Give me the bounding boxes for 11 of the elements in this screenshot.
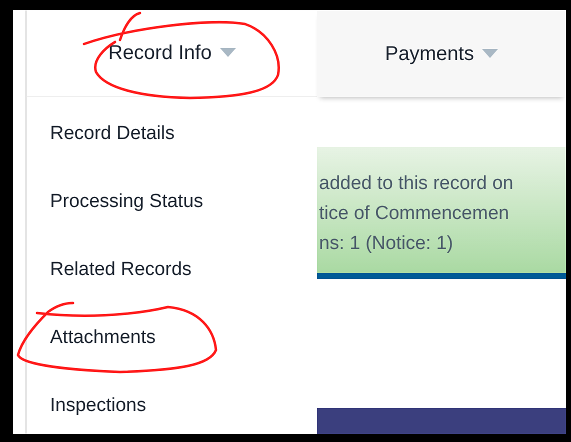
caret-icon bbox=[220, 48, 236, 58]
caret-icon bbox=[482, 48, 498, 58]
tab[interactable]: Payments bbox=[317, 10, 566, 97]
menu-item[interactable]: Record Details bbox=[27, 99, 181, 167]
alert-text: tice of Commencemen bbox=[319, 202, 510, 226]
menu-item[interactable]: Processing Status bbox=[27, 167, 210, 235]
menu-item[interactable]: Related Records bbox=[27, 235, 198, 303]
menu-item[interactable]: Inspections bbox=[27, 371, 152, 434]
alert-text: ns: 1 (Notice: 1) bbox=[319, 232, 454, 256]
alert-text: added to this record on bbox=[319, 172, 514, 196]
menu-item[interactable]: Attachments bbox=[27, 303, 162, 371]
